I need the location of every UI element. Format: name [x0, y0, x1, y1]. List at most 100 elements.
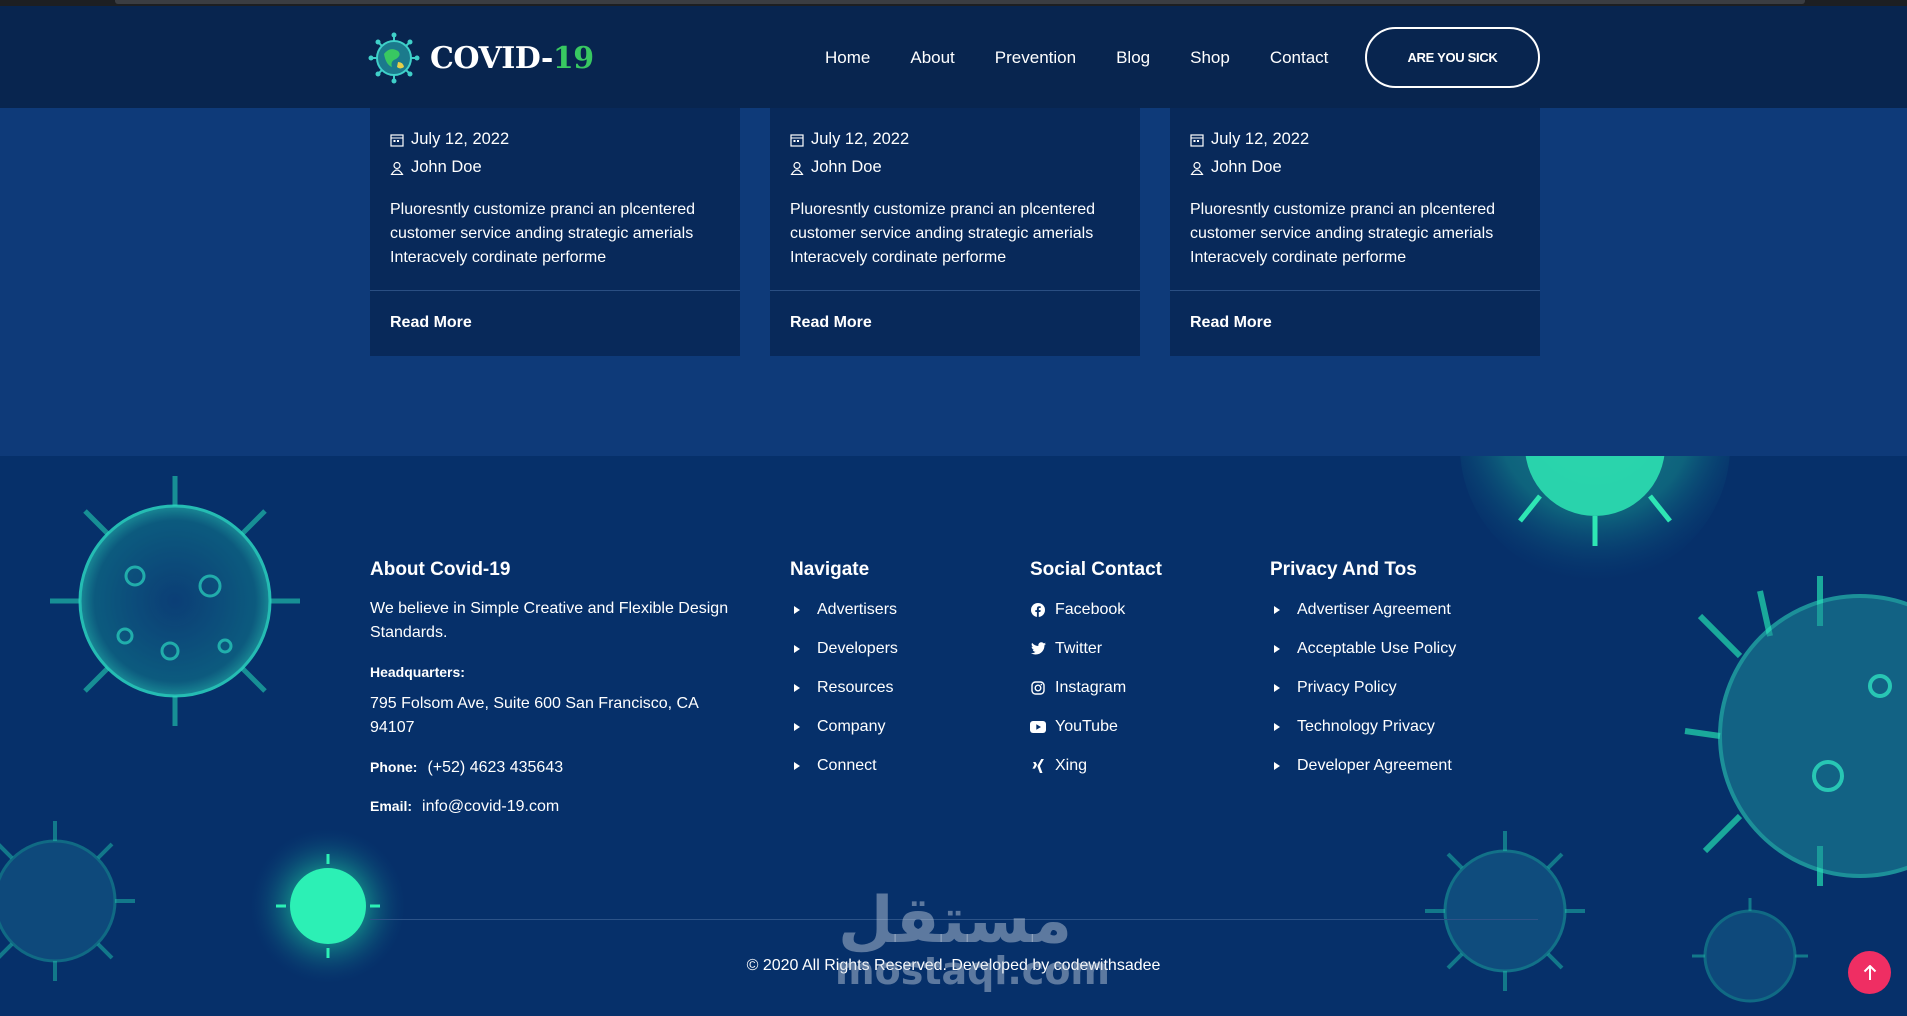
- list-item: Connect: [790, 746, 898, 785]
- calendar-icon: [390, 133, 404, 147]
- footer-divider: [370, 919, 1538, 920]
- list-item: Privacy Policy: [1270, 668, 1456, 707]
- caret-right-icon: [1274, 644, 1280, 653]
- copyright-text: © 2020 All Rights Reserved. Developed by…: [746, 957, 1161, 974]
- post-author: John Doe: [790, 158, 882, 177]
- nav-contact[interactable]: Contact: [1270, 48, 1329, 68]
- card-divider: [370, 290, 740, 291]
- caret-right-icon: [1274, 683, 1280, 692]
- footer-social-list: Facebook Twitter Instagram YouTube Xing: [1030, 590, 1126, 785]
- social-link-youtube[interactable]: YouTube: [1055, 718, 1118, 736]
- list-item: Developer Agreement: [1270, 746, 1456, 785]
- post-author: John Doe: [390, 158, 482, 177]
- youtube-icon: [1030, 719, 1046, 735]
- nav-blog[interactable]: Blog: [1116, 48, 1150, 68]
- social-link-facebook[interactable]: Facebook: [1055, 601, 1125, 619]
- caret-right-icon: [794, 722, 800, 731]
- are-you-sick-button[interactable]: ARE YOU SICK: [1365, 27, 1540, 88]
- phone-label: Phone:: [370, 759, 418, 775]
- social-link-xing[interactable]: Xing: [1055, 757, 1087, 775]
- list-item: Advertisers: [790, 590, 898, 629]
- site-header: COVID-19 Home About Prevention Blog Shop…: [0, 6, 1907, 108]
- list-item: Advertiser Agreement: [1270, 590, 1456, 629]
- post-date-text: July 12, 2022: [1211, 130, 1310, 148]
- virus-decoration-icon: [1684, 576, 1907, 886]
- site-footer: About Covid-19 We believe in Simple Crea…: [0, 456, 1907, 1016]
- footer-link-privacy-policy[interactable]: Privacy Policy: [1297, 679, 1397, 697]
- footer-social-title: Social Contact: [1030, 559, 1162, 580]
- social-link-twitter[interactable]: Twitter: [1055, 640, 1102, 658]
- blog-card: July 12, 2022 John Doe Pluoresntly custo…: [370, 108, 740, 356]
- nav-shop[interactable]: Shop: [1190, 48, 1230, 68]
- caret-right-icon: [1274, 761, 1280, 770]
- footer-navigate-list: Advertisers Developers Resources Company…: [790, 590, 898, 785]
- footer-link-technology-privacy[interactable]: Technology Privacy: [1297, 718, 1435, 736]
- post-author: John Doe: [1190, 158, 1282, 177]
- post-date: July 12, 2022: [1190, 130, 1309, 149]
- footer-link-developers[interactable]: Developers: [817, 640, 898, 658]
- logo-text: COVID-19: [430, 41, 594, 76]
- list-item: Technology Privacy: [1270, 707, 1456, 746]
- nav-prevention[interactable]: Prevention: [995, 48, 1076, 68]
- twitter-icon: [1030, 641, 1046, 657]
- xing-icon: [1030, 758, 1046, 774]
- nav-home[interactable]: Home: [825, 48, 870, 68]
- watermark-arabic: مستقل: [837, 884, 1073, 958]
- list-item: Facebook: [1030, 590, 1126, 629]
- caret-right-icon: [1274, 605, 1280, 614]
- post-date-text: July 12, 2022: [411, 130, 510, 148]
- post-excerpt: Pluoresntly customize pranci an plcenter…: [1190, 201, 1496, 266]
- logo[interactable]: COVID-19: [368, 32, 594, 84]
- footer-link-resources[interactable]: Resources: [817, 679, 893, 697]
- user-icon: [790, 161, 804, 175]
- caret-right-icon: [794, 605, 800, 614]
- read-more-link[interactable]: Read More: [390, 314, 472, 332]
- phone-value[interactable]: (+52) 4623 435643: [427, 759, 563, 776]
- list-item: YouTube: [1030, 707, 1126, 746]
- footer-link-advertiser-agreement[interactable]: Advertiser Agreement: [1297, 601, 1451, 619]
- list-item: Resources: [790, 668, 898, 707]
- footer-link-acceptable-use[interactable]: Acceptable Use Policy: [1297, 640, 1456, 658]
- post-date: July 12, 2022: [390, 130, 509, 149]
- footer-link-developer-agreement[interactable]: Developer Agreement: [1297, 757, 1452, 775]
- list-item: Company: [790, 707, 898, 746]
- user-icon: [1190, 161, 1204, 175]
- main-nav: Home About Prevention Blog Shop Contact: [825, 48, 1368, 68]
- footer-about-title: About Covid-19: [370, 559, 511, 580]
- footer-link-company[interactable]: Company: [817, 718, 885, 736]
- nav-about[interactable]: About: [910, 48, 954, 68]
- social-link-instagram[interactable]: Instagram: [1055, 679, 1126, 697]
- footer-link-connect[interactable]: Connect: [817, 757, 877, 775]
- logo-text-main: COVID-: [430, 40, 553, 76]
- list-item: Instagram: [1030, 668, 1126, 707]
- post-author-text: John Doe: [411, 158, 482, 176]
- post-date: July 12, 2022: [790, 130, 909, 149]
- post-author-text: John Doe: [811, 158, 882, 176]
- phone-row: Phone: (+52) 4623 435643: [370, 755, 563, 780]
- headquarters-label: Headquarters:: [370, 664, 465, 680]
- email-value[interactable]: info@covid-19.com: [422, 798, 559, 815]
- post-excerpt: Pluoresntly customize pranci an plcenter…: [390, 201, 696, 266]
- caret-right-icon: [1274, 722, 1280, 731]
- read-more-link[interactable]: Read More: [1190, 314, 1272, 332]
- footer-about-text: We believe in Simple Creative and Flexib…: [370, 600, 729, 641]
- caret-right-icon: [794, 761, 800, 770]
- headquarters-address: 795 Folsom Ave, Suite 600 San Francisco,…: [370, 695, 698, 736]
- blog-card: July 12, 2022 John Doe Pluoresntly custo…: [770, 108, 1140, 356]
- instagram-icon: [1030, 680, 1046, 696]
- footer-link-advertisers[interactable]: Advertisers: [817, 601, 897, 619]
- caret-right-icon: [794, 683, 800, 692]
- post-excerpt: Pluoresntly customize pranci an plcenter…: [790, 201, 1096, 266]
- calendar-icon: [790, 133, 804, 147]
- facebook-icon: [1030, 602, 1046, 618]
- card-divider: [770, 290, 1140, 291]
- scroll-to-top-button[interactable]: [1848, 951, 1891, 994]
- footer-navigate-title: Navigate: [790, 559, 870, 580]
- email-row: Email: info@covid-19.com: [370, 794, 559, 819]
- logo-text-number: 19: [552, 40, 594, 76]
- read-more-link[interactable]: Read More: [790, 314, 872, 332]
- arrow-up-icon: [1863, 964, 1876, 980]
- user-icon: [390, 161, 404, 175]
- list-item: Acceptable Use Policy: [1270, 629, 1456, 668]
- email-label: Email:: [370, 798, 413, 814]
